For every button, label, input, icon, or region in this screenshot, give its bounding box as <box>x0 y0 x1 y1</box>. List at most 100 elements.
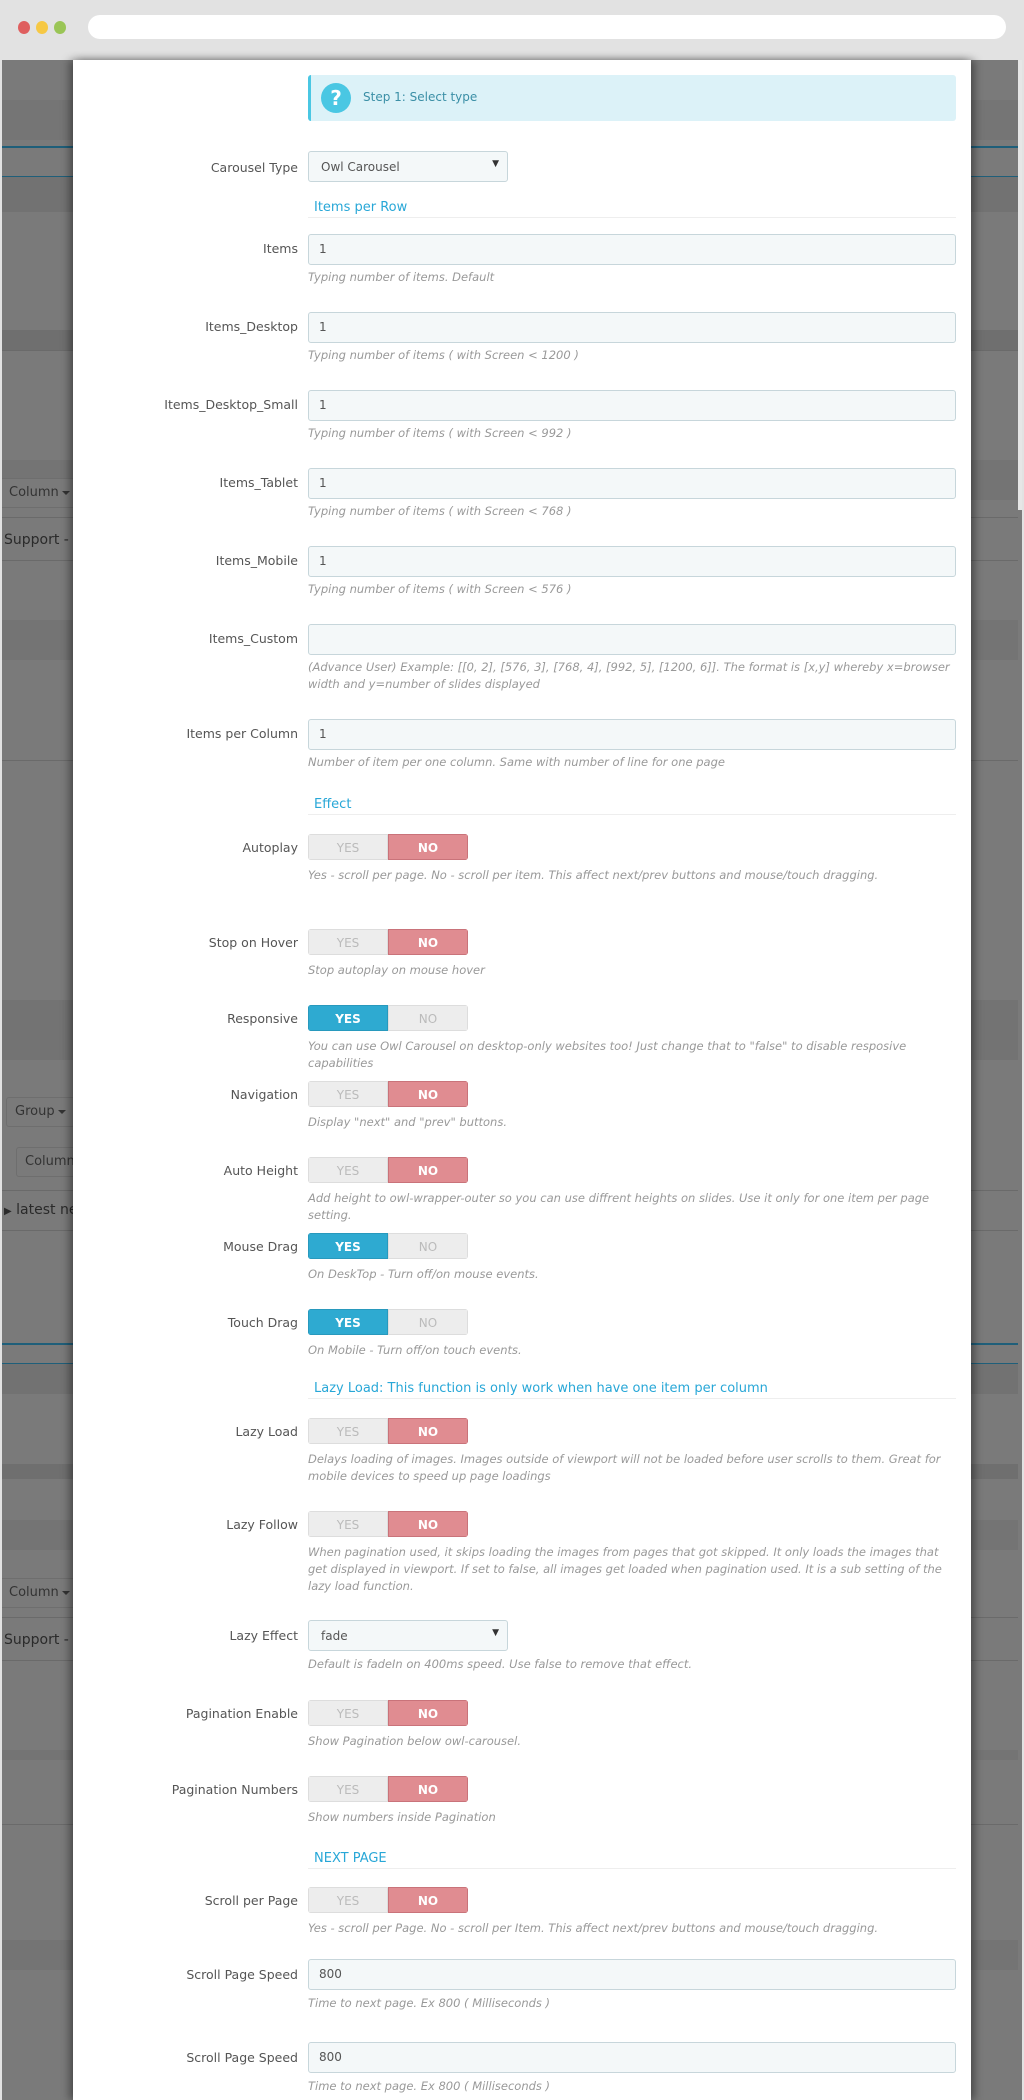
mouse-drag-no-option[interactable]: NO <box>388 1233 468 1259</box>
lazy-load-no-option[interactable]: NO <box>388 1418 468 1444</box>
stop-on-hover-no-option[interactable]: NO <box>388 929 468 955</box>
responsive-no-option[interactable]: NO <box>388 1005 468 1031</box>
bg-text: ▶ latest ne <box>4 1202 78 1218</box>
lazy-effect-label: Lazy Effect <box>229 1628 298 1643</box>
section-effect: Effect <box>308 797 956 815</box>
lazy-effect-value: fade <box>321 1629 348 1643</box>
items-per-column-help: Number of item per one column. Same with… <box>308 755 725 769</box>
auto-height-toggle[interactable]: YES NO <box>308 1157 468 1183</box>
touch-drag-toggle[interactable]: YES NO <box>308 1309 468 1335</box>
navigation-yes-option[interactable]: YES <box>308 1081 388 1107</box>
pagination-numbers-yes-option[interactable]: YES <box>308 1776 388 1802</box>
pagination-enable-toggle[interactable]: YES NO <box>308 1700 468 1726</box>
carousel-type-label: Carousel Type <box>210 160 298 175</box>
pagination-numbers-toggle[interactable]: YES NO <box>308 1776 468 1802</box>
items-label: Items <box>263 241 298 256</box>
pagination-enable-label: Pagination Enable <box>185 1706 298 1721</box>
items-desktop-small-input[interactable]: 1 <box>308 390 956 421</box>
lazy-effect-help: Default is fadeIn on 400ms speed. Use fa… <box>308 1657 693 1671</box>
pagination-enable-no-option[interactable]: NO <box>388 1700 468 1726</box>
items-desktop-input[interactable]: 1 <box>308 312 956 343</box>
lazy-load-yes-option[interactable]: YES <box>308 1418 388 1444</box>
stop-on-hover-toggle[interactable]: YES NO <box>308 929 468 955</box>
stop-on-hover-yes-option[interactable]: YES <box>308 929 388 955</box>
minimize-window-button[interactable] <box>36 21 48 34</box>
lazy-follow-help: When pagination used, it skips loading t… <box>308 1545 942 1593</box>
auto-height-no-option[interactable]: NO <box>388 1157 468 1183</box>
touch-drag-yes-option[interactable]: YES <box>308 1309 388 1335</box>
lazy-load-label: Lazy Load <box>235 1424 298 1439</box>
items-mobile-input[interactable]: 1 <box>308 546 956 577</box>
items-help: Typing number of items. Default <box>308 270 495 284</box>
scroll-per-page-toggle[interactable]: YES NO <box>308 1887 468 1913</box>
auto-height-yes-option[interactable]: YES <box>308 1157 388 1183</box>
autoplay-label: Autoplay <box>242 840 299 855</box>
autoplay-no-option[interactable]: NO <box>388 834 468 860</box>
pagination-numbers-label: Pagination Numbers <box>171 1782 298 1797</box>
items-custom-label: Items_Custom <box>208 631 298 646</box>
section-items-per-row: Items per Row <box>308 200 956 218</box>
bg-group-button: Group <box>6 1097 75 1127</box>
lazy-load-toggle[interactable]: YES NO <box>308 1418 468 1444</box>
scroll-page-speed-label: Scroll Page Speed <box>186 1967 298 1982</box>
autoplay-help: Yes - scroll per page. No - scroll per i… <box>308 868 879 882</box>
items-mobile-label: Items_Mobile <box>215 553 298 568</box>
lazy-effect-select[interactable]: fade ▼ <box>308 1620 508 1651</box>
items-mobile-help: Typing number of items ( with Screen < 5… <box>308 582 572 596</box>
scrollbar-thumb[interactable] <box>1018 60 1022 510</box>
question-circle-icon: ? <box>321 83 351 113</box>
scroll-per-page-help: Yes - scroll per Page. No - scroll per I… <box>308 1921 879 1935</box>
items-per-column-input[interactable]: 1 <box>308 719 956 750</box>
bg-column-button: Column <box>2 478 79 508</box>
lazy-follow-toggle[interactable]: YES NO <box>308 1511 468 1537</box>
auto-height-label: Auto Height <box>223 1163 298 1178</box>
pagination-numbers-no-option[interactable]: NO <box>388 1776 468 1802</box>
scroll-page-speed-2-input[interactable]: 800 <box>308 2042 956 2073</box>
lazy-follow-yes-option[interactable]: YES <box>308 1511 388 1537</box>
items-input[interactable]: 1 <box>308 234 956 265</box>
items-desktop-small-label: Items_Desktop_Small <box>164 397 298 412</box>
touch-drag-no-option[interactable]: NO <box>388 1309 468 1335</box>
items-custom-input[interactable] <box>308 624 956 655</box>
scroll-page-speed-2-label: Scroll Page Speed <box>186 2050 298 2065</box>
navigation-toggle[interactable]: YES NO <box>308 1081 468 1107</box>
step-alert-text: Step 1: Select type <box>363 90 478 104</box>
lazy-load-help: Delays loading of images. Images outside… <box>308 1452 941 1483</box>
step-alert: ? Step 1: Select type <box>308 75 956 121</box>
items-desktop-label: Items_Desktop <box>205 319 298 334</box>
responsive-yes-option[interactable]: YES <box>308 1005 388 1031</box>
lazy-follow-no-option[interactable]: NO <box>388 1511 468 1537</box>
scroll-page-speed-help: Time to next page. Ex 800 ( Milliseconds… <box>308 1996 551 2010</box>
pagination-enable-help: Show Pagination below owl-carousel. <box>308 1734 521 1748</box>
mouse-drag-yes-option[interactable]: YES <box>308 1233 388 1259</box>
carousel-type-select[interactable]: Owl Carousel ▼ <box>308 151 508 182</box>
responsive-toggle[interactable]: YES NO <box>308 1005 468 1031</box>
maximize-window-button[interactable] <box>54 21 66 34</box>
responsive-help: You can use Owl Carousel on desktop-only… <box>308 1039 907 1070</box>
address-bar[interactable] <box>88 15 1006 39</box>
items-tablet-input[interactable]: 1 <box>308 468 956 499</box>
lazy-follow-label: Lazy Follow <box>226 1517 298 1532</box>
touch-drag-help: On Mobile - Turn off/on touch events. <box>308 1343 522 1357</box>
navigation-label: Navigation <box>230 1087 298 1102</box>
autoplay-toggle[interactable]: YES NO <box>308 834 468 860</box>
scroll-per-page-yes-option[interactable]: YES <box>308 1887 388 1913</box>
bg-column-button: Column <box>2 1578 79 1608</box>
section-next-page: NEXT PAGE <box>308 1851 956 1869</box>
items-per-column-label: Items per Column <box>186 726 298 741</box>
navigation-no-option[interactable]: NO <box>388 1081 468 1107</box>
pagination-enable-yes-option[interactable]: YES <box>308 1700 388 1726</box>
close-window-button[interactable] <box>18 21 30 34</box>
scroll-per-page-no-option[interactable]: NO <box>388 1887 468 1913</box>
scroll-page-speed-input[interactable]: 800 <box>308 1959 956 1990</box>
browser-chrome <box>0 0 1024 60</box>
autoplay-yes-option[interactable]: YES <box>308 834 388 860</box>
scroll-per-page-label: Scroll per Page <box>204 1893 298 1908</box>
scroll-page-speed-2-help: Time to next page. Ex 800 ( Milliseconds… <box>308 2079 551 2093</box>
page-scrollbar[interactable] <box>1018 60 1022 2100</box>
responsive-label: Responsive <box>227 1011 298 1026</box>
items-custom-help: (Advance User) Example: [[0, 2], [576, 3… <box>308 660 950 691</box>
dropdown-arrow-icon: ▼ <box>492 159 499 169</box>
items-tablet-label: Items_Tablet <box>219 475 298 490</box>
mouse-drag-toggle[interactable]: YES NO <box>308 1233 468 1259</box>
